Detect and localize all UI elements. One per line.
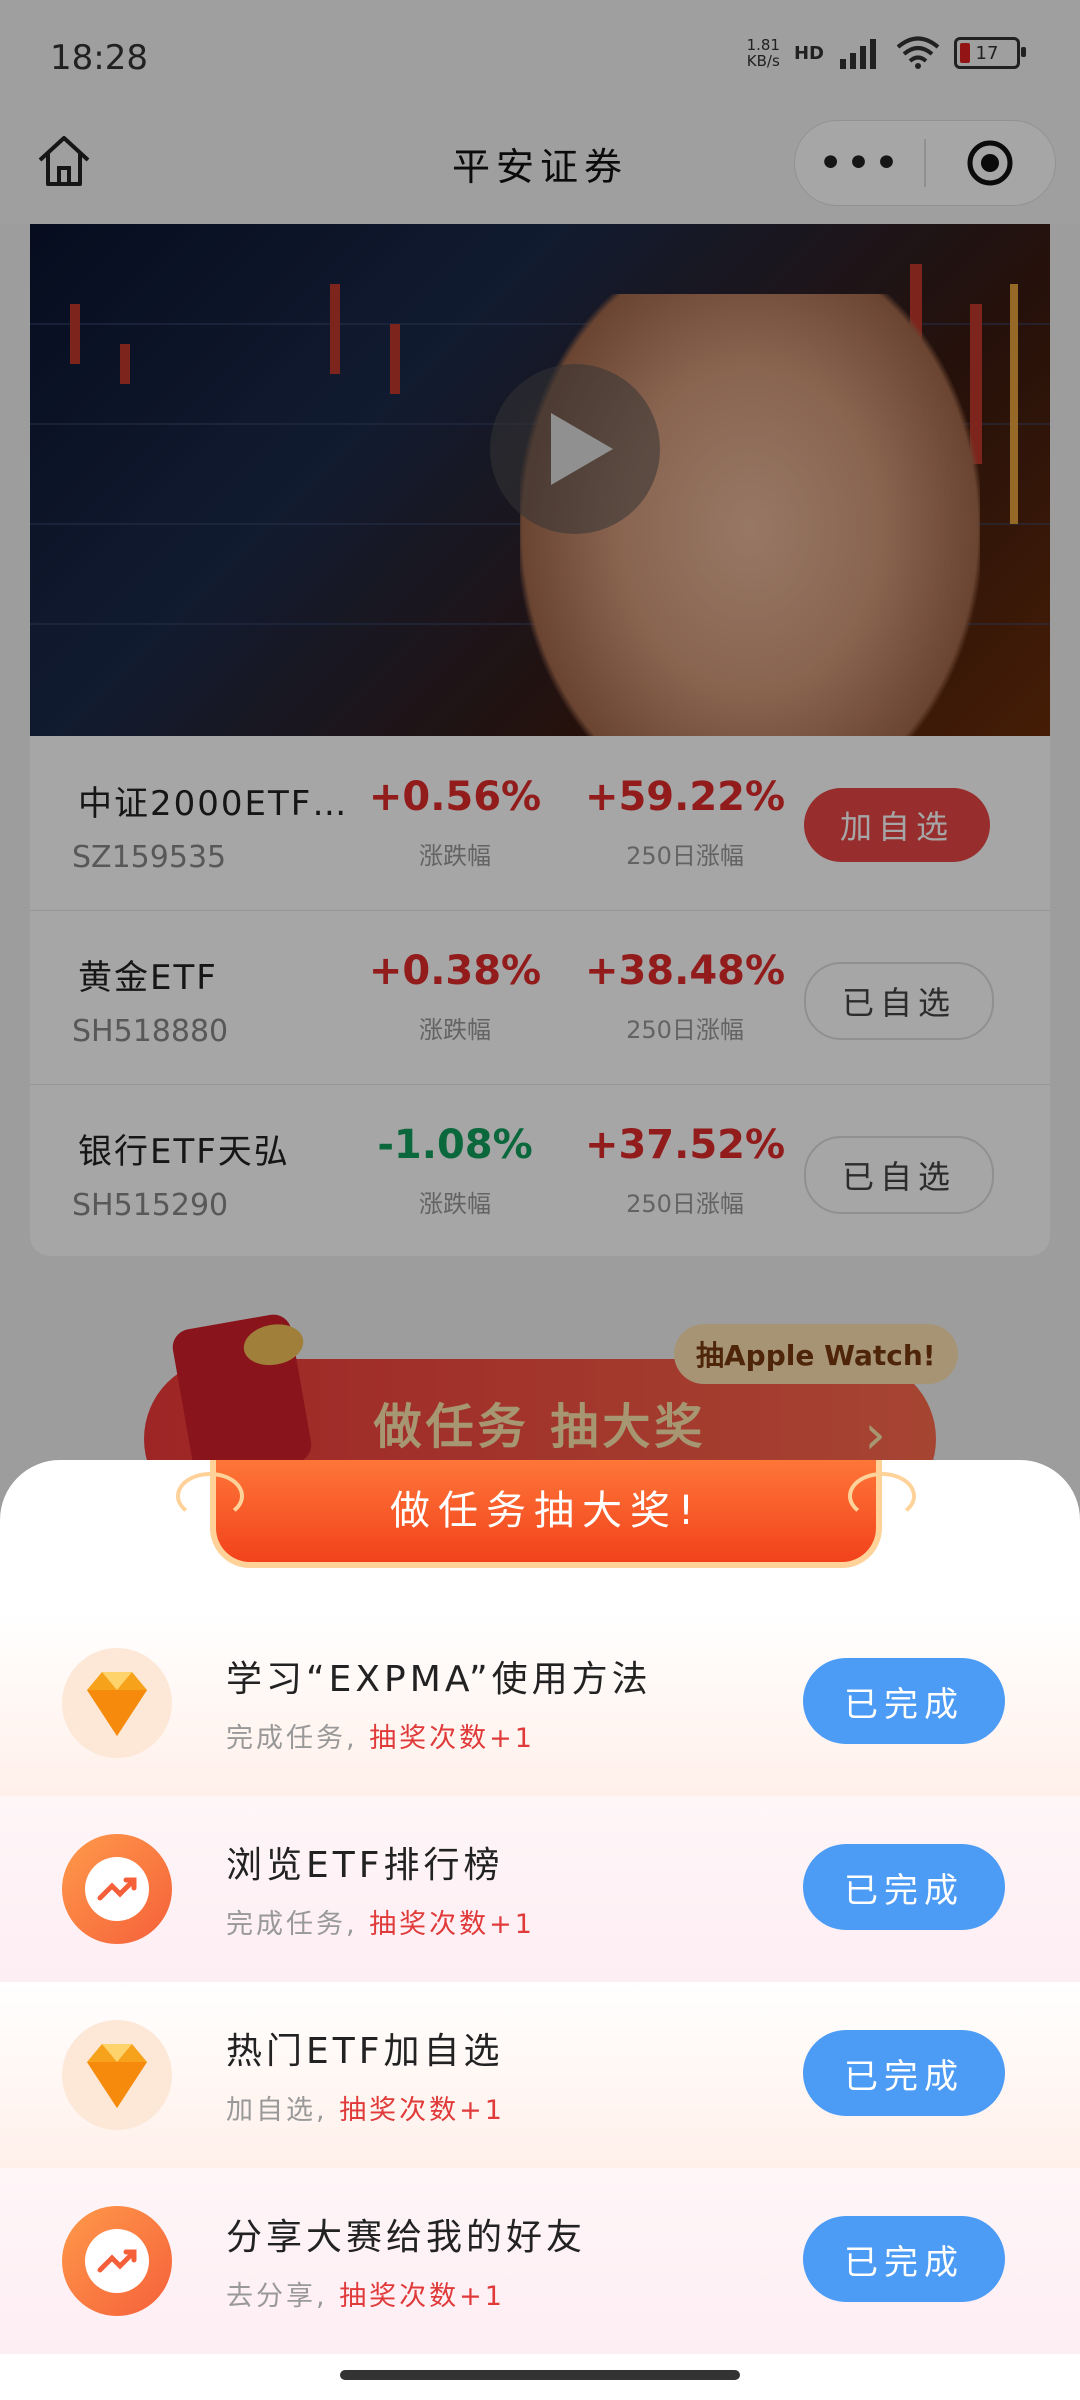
task-subtitle: 完成任务, 抽奖次数+1: [226, 1723, 535, 1754]
task-subtitle: 去分享, 抽奖次数+1: [226, 2281, 505, 2312]
sheet-title: 做任务抽大奖!: [389, 1488, 703, 1534]
task-title: 分享大赛给我的好友: [226, 2217, 587, 2258]
gem-icon: [62, 1648, 172, 1758]
task-completed-button[interactable]: 已完成: [803, 1844, 1005, 1930]
trend-icon: [62, 1834, 172, 1944]
task-item: 浏览ETF排行榜 完成任务, 抽奖次数+1 已完成: [0, 1796, 1080, 1982]
task-completed-button[interactable]: 已完成: [803, 1658, 1005, 1744]
task-item: 分享大赛给我的好友 去分享, 抽奖次数+1 已完成: [0, 2168, 1080, 2354]
task-item: 热门ETF加自选 加自选, 抽奖次数+1 已完成: [0, 1982, 1080, 2168]
gem-icon: [62, 2020, 172, 2130]
home-indicator[interactable]: [340, 2370, 740, 2380]
sheet-banner: 做任务抽大奖!: [176, 1460, 916, 1568]
task-item: 学习“EXPMA”使用方法 完成任务, 抽奖次数+1 已完成: [0, 1610, 1080, 1796]
task-completed-button[interactable]: 已完成: [803, 2030, 1005, 2116]
task-bottom-sheet: 做任务抽大奖! 学习“EXPMA”使用方法 完成任务, 抽奖次数+1 已完成 浏…: [0, 1460, 1080, 2400]
cloud-ornament-icon: [848, 1472, 916, 1520]
task-subtitle: 完成任务, 抽奖次数+1: [226, 1909, 535, 1940]
task-subtitle: 加自选, 抽奖次数+1: [226, 2095, 505, 2126]
task-title: 浏览ETF排行榜: [226, 1845, 504, 1886]
task-title: 热门ETF加自选: [226, 2031, 504, 2072]
trend-icon: [62, 2206, 172, 2316]
task-completed-button[interactable]: 已完成: [803, 2216, 1005, 2302]
cloud-ornament-icon: [176, 1472, 244, 1520]
task-title: 学习“EXPMA”使用方法: [226, 1659, 652, 1700]
